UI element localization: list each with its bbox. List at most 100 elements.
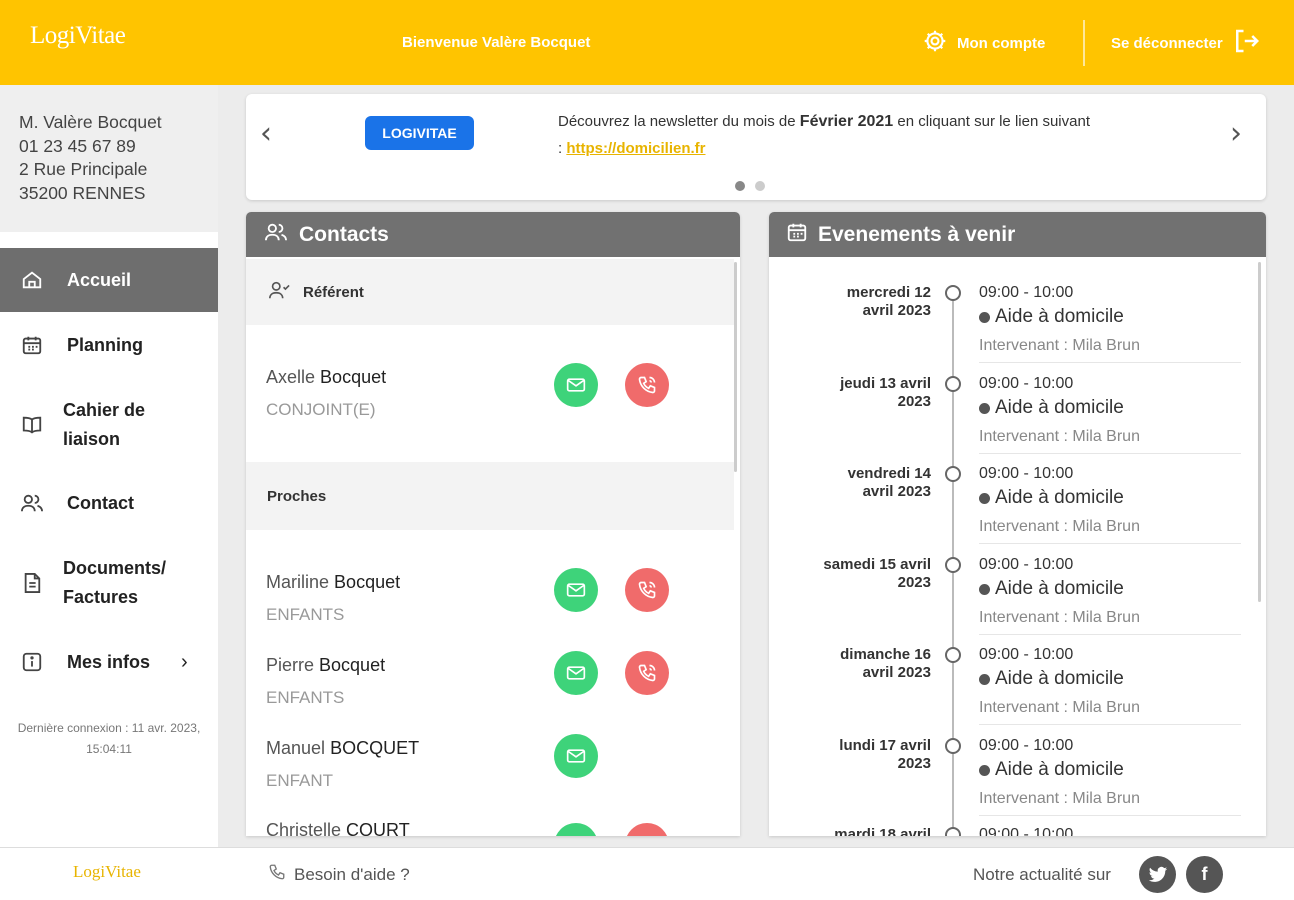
email-button[interactable] <box>554 363 598 407</box>
sidebar-item-accueil[interactable]: Accueil <box>0 248 218 312</box>
events-scrollbar[interactable] <box>1258 262 1261 602</box>
call-button[interactable] <box>625 363 669 407</box>
sidebar-item-documents[interactable]: Documents/ Factures <box>0 551 218 615</box>
sidebar-item-label: Mes infos <box>67 651 151 672</box>
sidebar-item-label: Planning <box>67 334 143 355</box>
proches-section-header: Proches <box>246 462 734 530</box>
sidebar-item-label: Documents/ Factures <box>63 558 167 607</box>
carousel-dot[interactable] <box>755 181 765 191</box>
email-button[interactable] <box>554 823 598 836</box>
event-item[interactable]: mercredi 12 avril 2023 09:00 - 10:00 Aide… <box>769 284 1249 375</box>
event-intervenant: Intervenant : Mila Brun <box>979 428 1140 445</box>
bullet-icon <box>979 311 990 323</box>
event-intervenant: Intervenant : Mila Brun <box>979 790 1140 807</box>
chevron-right-icon: › <box>181 650 188 673</box>
event-time: 09:00 - 10:00 <box>979 375 1074 392</box>
contacts-title: Contacts <box>299 222 389 246</box>
twitter-icon[interactable] <box>1139 856 1176 893</box>
sidebar: M. Valère Bocquet 01 23 45 67 89 2 Rue P… <box>0 85 218 847</box>
help-link[interactable]: Besoin d'aide ? <box>268 863 410 886</box>
info-icon <box>20 650 44 674</box>
event-item[interactable]: dimanche 16 avril 2023 09:00 - 10:00 Aide… <box>769 646 1249 737</box>
carousel-dots <box>735 181 765 191</box>
top-header: LogiVitae Bienvenue Valère Bocquet Mon c… <box>0 0 1294 85</box>
event-date-line: dimanche 16 <box>840 646 931 663</box>
account-button[interactable]: Mon compte <box>922 30 1045 56</box>
events-title: Evenements à venir <box>818 222 1016 246</box>
sidebar-item-planning[interactable]: Planning <box>0 313 218 377</box>
event-item[interactable]: vendredi 14 avril 2023 09:00 - 10:00 Aide… <box>769 465 1249 556</box>
event-item[interactable]: samedi 15 avril 2023 09:00 - 10:00 Aide à… <box>769 556 1249 647</box>
event-title-text: Aide à domicile <box>995 578 1124 599</box>
email-button[interactable] <box>554 651 598 695</box>
gear-icon <box>922 28 948 58</box>
logout-label: Se déconnecter <box>1111 34 1223 52</box>
event-intervenant: Intervenant : Mila Brun <box>979 699 1140 716</box>
contact-first-name: Axelle <box>266 367 316 387</box>
event-date: samedi 15 avril 2023 <box>791 556 931 592</box>
logivitae-badge: LOGIVITAE <box>365 116 474 150</box>
book-icon <box>20 413 44 437</box>
bullet-icon <box>979 764 990 776</box>
news-text-after: en cliquant sur le lien suivant <box>897 113 1090 130</box>
event-item[interactable]: jeudi 13 avril 2023 09:00 - 10:00 Aide à … <box>769 375 1249 466</box>
timeline-node <box>945 376 961 392</box>
newsletter-link[interactable]: https://domicilien.fr <box>566 140 705 157</box>
account-label: Mon compte <box>957 34 1046 52</box>
event-date: mardi 18 avril <box>791 826 931 836</box>
events-panel: Evenements à venir mercredi 12 avril 2023… <box>769 212 1266 836</box>
event-date-line: vendredi 14 <box>847 465 931 482</box>
event-date-line: jeudi 13 avril <box>840 375 931 392</box>
email-button[interactable] <box>554 568 598 612</box>
timeline-node <box>945 557 961 573</box>
news-colon: : <box>558 140 563 157</box>
event-divider <box>979 543 1241 544</box>
event-date-line: samedi 15 avril <box>823 556 931 573</box>
facebook-icon[interactable]: f <box>1186 856 1223 893</box>
phone-icon <box>638 581 656 599</box>
event-date-line: 2023 <box>897 393 931 410</box>
contact-row: Mariline Bocquet ENFANTS <box>246 568 734 642</box>
contact-name: Mariline Bocquet <box>266 572 400 593</box>
sidebar-item-cahier[interactable]: Cahier de liaison <box>0 393 218 457</box>
bullet-icon <box>979 402 990 414</box>
call-button[interactable] <box>625 568 669 612</box>
bullet-icon <box>979 492 990 504</box>
contact-relation: ENFANTS <box>266 688 345 707</box>
sidebar-item-label: Contact <box>67 492 134 513</box>
proches-label: Proches <box>267 487 327 505</box>
sidebar-item-mes-infos[interactable]: Mes infos › <box>0 630 218 694</box>
timeline-node <box>945 647 961 663</box>
referent-label: Référent <box>303 283 364 301</box>
event-date-line: avril 2023 <box>862 302 931 319</box>
event-time: 09:00 - 10:00 <box>979 465 1074 482</box>
carousel-prev-arrow-icon[interactable]: ‹ <box>260 116 272 151</box>
event-title: Aide à domicile <box>979 578 1124 600</box>
event-title: Aide à domicile <box>979 397 1124 419</box>
contacts-scrollbar[interactable] <box>734 262 737 472</box>
logout-button[interactable]: Se déconnecter <box>1111 28 1261 58</box>
event-divider <box>979 362 1241 363</box>
event-divider <box>979 815 1241 816</box>
event-divider <box>979 634 1241 635</box>
event-title: Aide à domicile <box>979 487 1124 509</box>
event-date-line: mardi 18 avril <box>834 826 931 836</box>
event-item[interactable]: lundi 17 avril 2023 09:00 - 10:00 Aide à … <box>769 737 1249 828</box>
contact-name: Pierre Bocquet <box>266 655 385 676</box>
event-time: 09:00 - 10:00 <box>979 284 1074 301</box>
event-date: dimanche 16 avril 2023 <box>791 646 931 682</box>
contact-row: Axelle Bocquet CONJOINT(E) <box>246 363 734 437</box>
call-button[interactable] <box>625 823 669 836</box>
event-item[interactable]: mardi 18 avril 09:00 - 10:00 <box>769 826 1249 836</box>
call-button[interactable] <box>625 651 669 695</box>
contacts-header: Contacts <box>246 212 740 257</box>
event-title-text: Aide à domicile <box>995 759 1124 780</box>
sidebar-item-contact[interactable]: Contact <box>0 471 218 535</box>
email-button[interactable] <box>554 734 598 778</box>
carousel-next-arrow-icon[interactable]: › <box>1230 116 1242 151</box>
timeline-node <box>945 738 961 754</box>
logo[interactable]: LogiVitae <box>30 22 126 50</box>
event-date-line: 2023 <box>897 755 931 772</box>
carousel-dot-active[interactable] <box>735 181 745 191</box>
event-time: 09:00 - 10:00 <box>979 826 1074 836</box>
